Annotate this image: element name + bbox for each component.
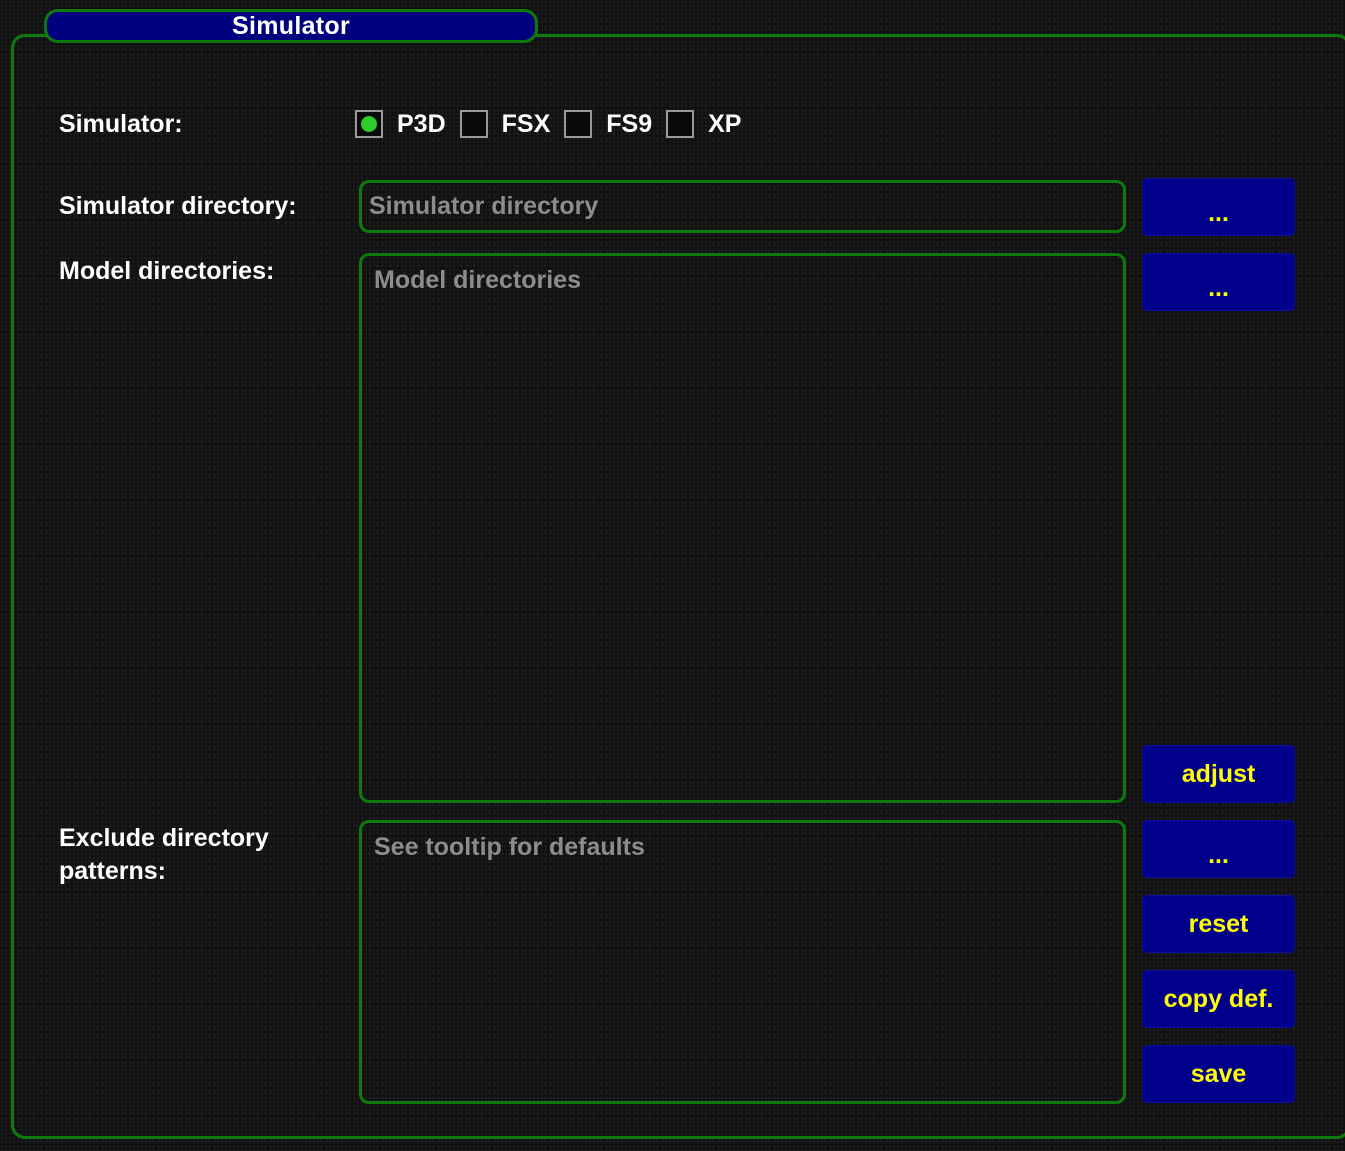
save-button[interactable]: save <box>1142 1045 1295 1103</box>
radio-label-fs9[interactable]: FS9 <box>606 110 652 139</box>
model-directories-textarea[interactable] <box>359 253 1126 803</box>
adjust-button[interactable]: adjust <box>1142 745 1295 803</box>
reset-button[interactable]: reset <box>1142 895 1295 953</box>
radio-label-xp[interactable]: XP <box>708 110 741 139</box>
exclude-patterns-label: Exclude directory patterns: <box>59 822 269 888</box>
radio-xp[interactable] <box>666 110 695 138</box>
radio-option-fsx[interactable]: FSX <box>459 110 565 139</box>
panel-title: Simulator <box>44 9 538 43</box>
simulator-directory-input[interactable] <box>359 180 1126 233</box>
radio-fs9[interactable] <box>564 110 593 138</box>
simulator-radio-group: P3D FSX FS9 XP <box>355 106 755 142</box>
exclude-patterns-label-line2: patterns: <box>59 857 166 885</box>
exclude-patterns-textarea[interactable] <box>359 820 1126 1104</box>
radio-label-fsx[interactable]: FSX <box>502 110 551 139</box>
simulator-directory-browse-button[interactable]: ... <box>1142 178 1295 236</box>
simulator-settings-page: Simulator Simulator: P3D FSX FS9 XP Simu… <box>0 0 1345 1151</box>
copy-defaults-button[interactable]: copy def. <box>1142 970 1295 1028</box>
radio-label-p3d[interactable]: P3D <box>397 110 446 139</box>
radio-p3d[interactable] <box>355 110 383 138</box>
radio-option-p3d[interactable]: P3D <box>355 110 460 139</box>
radio-option-fs9[interactable]: FS9 <box>564 110 666 139</box>
radio-option-xp[interactable]: XP <box>666 110 755 139</box>
simulator-directory-label: Simulator directory: <box>59 192 297 220</box>
simulator-label: Simulator: <box>59 110 183 138</box>
exclude-patterns-browse-button[interactable]: ... <box>1142 820 1295 878</box>
model-directories-label: Model directories: <box>59 257 275 285</box>
model-directories-browse-button[interactable]: ... <box>1142 253 1295 311</box>
radio-fsx[interactable] <box>459 110 488 138</box>
exclude-patterns-label-line1: Exclude directory <box>59 824 269 852</box>
